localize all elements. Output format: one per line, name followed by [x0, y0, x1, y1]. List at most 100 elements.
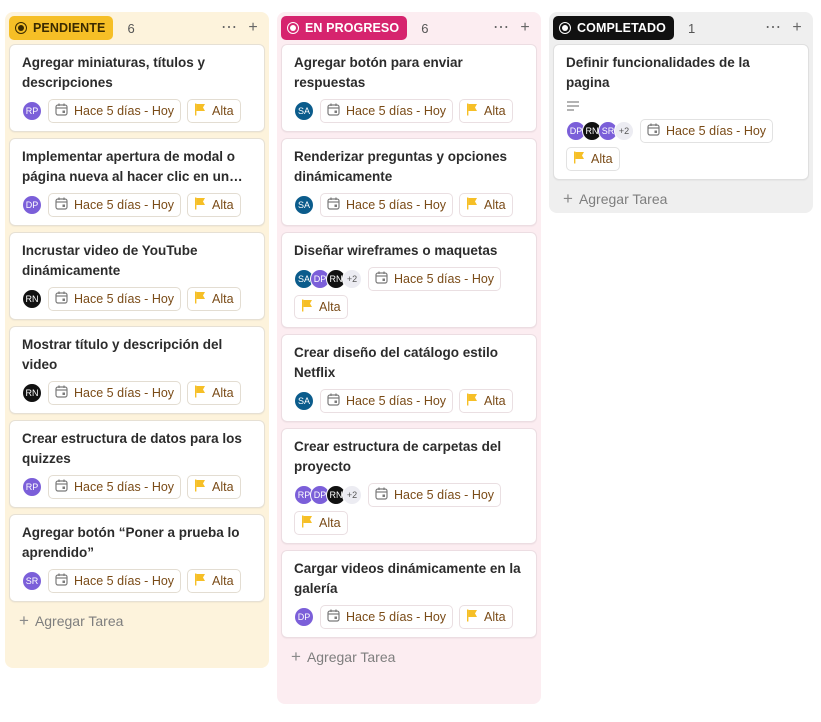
priority-label: Alta — [319, 516, 341, 530]
task-title: Definir funcionalidades de la pagina — [566, 55, 750, 90]
date-chip[interactable]: Hace 5 días - Hoy — [48, 381, 182, 405]
task-card[interactable]: Implementar apertura de modal o página n… — [9, 138, 265, 226]
flag-icon — [194, 197, 212, 213]
assignees[interactable]: DP RN SR +2 — [566, 119, 634, 143]
priority-chip[interactable]: Alta — [187, 475, 241, 499]
more-assignees-badge: +2 — [342, 269, 362, 289]
assignees[interactable]: SA DP RN +2 — [294, 267, 362, 291]
priority-label: Alta — [591, 152, 613, 166]
task-card[interactable]: Agregar botón “Poner a prueba lo aprendi… — [9, 514, 265, 602]
date-chip[interactable]: Hace 5 días - Hoy — [368, 483, 502, 507]
assignees[interactable]: RP — [22, 99, 42, 123]
status-pill[interactable]: COMPLETADO — [553, 16, 674, 40]
date-chip[interactable]: Hace 5 días - Hoy — [368, 267, 502, 291]
more-horizontal-icon[interactable]: ⋯ — [221, 20, 237, 36]
date-chip[interactable]: Hace 5 días - Hoy — [48, 287, 182, 311]
flag-icon — [466, 393, 484, 409]
priority-chip[interactable]: Alta — [187, 99, 241, 123]
task-card[interactable]: Mostrar título y descripción del video RN… — [9, 326, 265, 414]
date-chip[interactable]: Hace 5 días - Hoy — [320, 193, 454, 217]
assignees[interactable]: DP — [22, 193, 42, 217]
more-horizontal-icon[interactable]: ⋯ — [765, 20, 781, 36]
priority-chip[interactable]: Alta — [294, 511, 348, 535]
flag-icon — [194, 291, 212, 307]
plus-icon[interactable]: + — [517, 20, 533, 36]
date-label: Hace 5 días - Hoy — [666, 124, 767, 138]
task-card[interactable]: Crear diseño del catálogo estilo Netflix… — [281, 334, 537, 422]
add-task-label: Agregar Tarea — [578, 191, 668, 207]
assignees[interactable]: DP — [294, 605, 314, 629]
task-meta: DP RN SR +2 Hace 5 días - Hoy Alta — [566, 119, 797, 171]
add-task-button[interactable]: + Agregar Tarea — [9, 608, 265, 634]
avatar: RN — [22, 289, 42, 309]
status-label: PENDIENTE — [33, 21, 106, 35]
date-chip[interactable]: Hace 5 días - Hoy — [48, 193, 182, 217]
task-title: Agregar botón “Poner a prueba lo aprendi… — [22, 525, 240, 560]
column-header: EN PROGRESO 6 ⋯ + — [281, 16, 537, 40]
priority-chip[interactable]: Alta — [187, 381, 241, 405]
task-count: 6 — [127, 20, 135, 36]
priority-label: Alta — [212, 574, 234, 588]
add-task-button[interactable]: + Agregar Tarea — [553, 186, 809, 212]
priority-chip[interactable]: Alta — [459, 99, 513, 123]
task-card[interactable]: Cargar videos dinámicamente en la galerí… — [281, 550, 537, 638]
task-card[interactable]: Definir funcionalidades de la pagina DP RN… — [553, 44, 809, 180]
task-card[interactable]: Agregar miniaturas, títulos y descripcio… — [9, 44, 265, 132]
priority-chip[interactable]: Alta — [566, 147, 620, 171]
assignees[interactable]: SR — [22, 569, 42, 593]
status-circle-icon — [559, 22, 571, 34]
calendar-icon — [375, 271, 394, 287]
task-card[interactable]: Renderizar preguntas y opciones dinámica… — [281, 138, 537, 226]
assignees[interactable]: RP DP RN +2 — [294, 483, 362, 507]
avatar: DP — [22, 195, 42, 215]
date-chip[interactable]: Hace 5 días - Hoy — [48, 569, 182, 593]
task-card[interactable]: Crear estructura de carpetas del proyect… — [281, 428, 537, 544]
priority-chip[interactable]: Alta — [187, 193, 241, 217]
priority-chip[interactable]: Alta — [187, 287, 241, 311]
status-label: COMPLETADO — [577, 21, 666, 35]
status-pill[interactable]: EN PROGRESO — [281, 16, 408, 40]
plus-icon[interactable]: + — [789, 20, 805, 36]
priority-chip[interactable]: Alta — [187, 569, 241, 593]
date-chip[interactable]: Hace 5 días - Hoy — [48, 99, 182, 123]
assignees[interactable]: SA — [294, 389, 314, 413]
calendar-icon — [375, 487, 394, 503]
task-card[interactable]: Crear estructura de datos para los quizz… — [9, 420, 265, 508]
status-pill[interactable]: PENDIENTE — [9, 16, 114, 40]
flag-icon — [466, 197, 484, 213]
date-chip[interactable]: Hace 5 días - Hoy — [640, 119, 774, 143]
calendar-icon — [55, 197, 74, 213]
assignees[interactable]: RN — [22, 287, 42, 311]
avatar: SA — [294, 391, 314, 411]
task-meta: RP DP RN +2 Hace 5 días - Hoy Alta — [294, 483, 525, 535]
assignees[interactable]: RP — [22, 475, 42, 499]
task-title: Crear diseño del catálogo estilo Netflix — [294, 345, 499, 380]
flag-icon — [194, 573, 212, 589]
column-header: COMPLETADO 1 ⋯ + — [553, 16, 809, 40]
date-chip[interactable]: Hace 5 días - Hoy — [320, 389, 454, 413]
priority-chip[interactable]: Alta — [459, 193, 513, 217]
priority-chip[interactable]: Alta — [294, 295, 348, 319]
task-card[interactable]: Agregar botón para enviar respuestas SA Ha… — [281, 44, 537, 132]
assignees[interactable]: RN — [22, 381, 42, 405]
add-task-button[interactable]: + Agregar Tarea — [281, 644, 537, 670]
priority-chip[interactable]: Alta — [459, 605, 513, 629]
assignees[interactable]: SA — [294, 193, 314, 217]
date-chip[interactable]: Hace 5 días - Hoy — [320, 99, 454, 123]
task-card[interactable]: Diseñar wireframes o maquetas SA DP RN +2 Hac… — [281, 232, 537, 328]
calendar-icon — [327, 393, 346, 409]
flag-icon — [301, 299, 319, 315]
assignees[interactable]: SA — [294, 99, 314, 123]
priority-chip[interactable]: Alta — [459, 389, 513, 413]
more-horizontal-icon[interactable]: ⋯ — [493, 20, 509, 36]
date-label: Hace 5 días - Hoy — [74, 292, 175, 306]
date-chip[interactable]: Hace 5 días - Hoy — [48, 475, 182, 499]
date-label: Hace 5 días - Hoy — [394, 272, 495, 286]
date-chip[interactable]: Hace 5 días - Hoy — [320, 605, 454, 629]
date-label: Hace 5 días - Hoy — [346, 104, 447, 118]
task-card[interactable]: Incrustar video de YouTube dinámicamente… — [9, 232, 265, 320]
task-count: 6 — [421, 20, 429, 36]
plus-icon[interactable]: + — [245, 20, 261, 36]
date-label: Hace 5 días - Hoy — [346, 394, 447, 408]
task-title: Renderizar preguntas y opciones dinámica… — [294, 149, 508, 184]
